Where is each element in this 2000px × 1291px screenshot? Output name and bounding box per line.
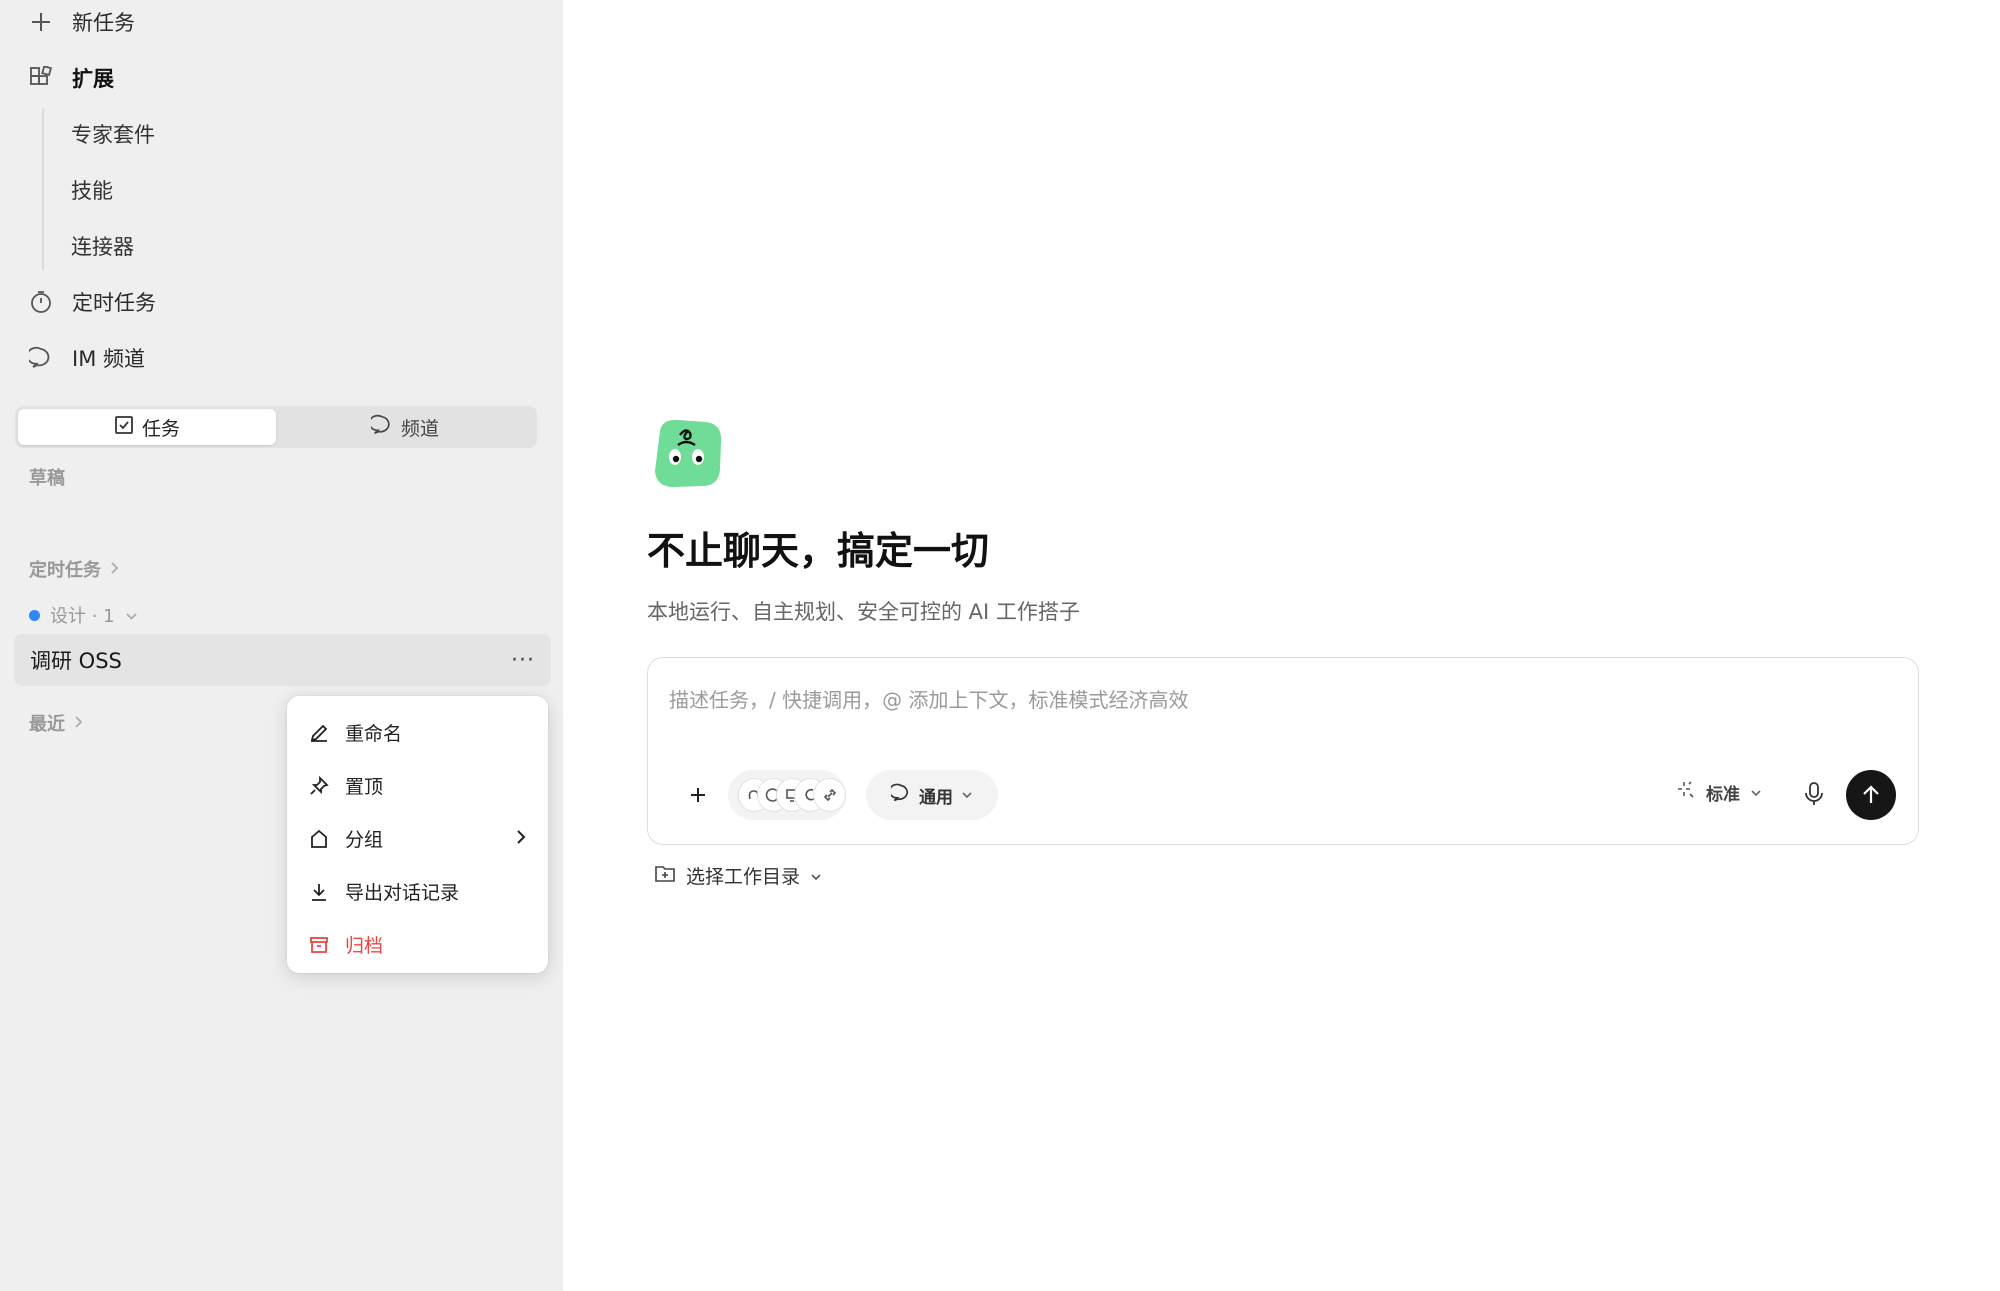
workdir-label: 选择工作目录 bbox=[686, 866, 801, 888]
attach-button[interactable] bbox=[677, 774, 719, 816]
mode-label: 通用 bbox=[919, 787, 953, 808]
new-task-button[interactable]: 新任务 bbox=[26, 2, 135, 42]
recent-label: 最近 bbox=[29, 714, 65, 735]
archive-icon bbox=[307, 933, 331, 957]
scheduled-section-label: 定时任务 bbox=[29, 560, 101, 581]
menu-item-pin[interactable]: 置顶 bbox=[287, 759, 548, 812]
drafts-label: 草稿 bbox=[29, 468, 65, 489]
tab-tasks-label: 任务 bbox=[141, 417, 180, 440]
chevron-down-icon bbox=[125, 605, 138, 626]
menu-item-group[interactable]: 分组 bbox=[287, 812, 548, 865]
sidebar-item-expert-kits[interactable]: 专家套件 bbox=[71, 114, 155, 154]
chevron-right-icon bbox=[109, 559, 121, 580]
group-label-text: 设计 · 1 bbox=[50, 606, 115, 627]
tools-group[interactable] bbox=[728, 770, 846, 820]
more-options-icon[interactable]: ··· bbox=[511, 648, 535, 673]
chat-bubble-icon bbox=[26, 343, 56, 373]
drafts-section[interactable]: 草稿 bbox=[29, 464, 65, 490]
sidebar: 新任务 扩展 专家套件 技能 连接器 定时任务 IM 频道 任务 频道 草稿 定… bbox=[0, 0, 563, 1291]
quality-label: 标准 bbox=[1706, 785, 1740, 805]
sidebar-item-connectors[interactable]: 连接器 bbox=[71, 226, 134, 266]
app-logo bbox=[648, 413, 726, 491]
composer-input[interactable]: 描述任务，/ 快捷调用，@ 添加上下文，标准模式经济高效 bbox=[669, 684, 1188, 713]
chevron-right-icon bbox=[514, 827, 528, 852]
hero-subtitle: 本地运行、自主规划、安全可控的 AI 工作搭子 bbox=[647, 600, 1080, 624]
chevron-down-icon bbox=[810, 865, 822, 887]
send-button[interactable] bbox=[1846, 770, 1896, 820]
chevron-down-icon bbox=[961, 785, 973, 805]
group-design[interactable]: 设计 · 1 bbox=[29, 602, 138, 628]
new-task-label: 新任务 bbox=[72, 11, 135, 35]
microphone-icon[interactable] bbox=[1798, 778, 1830, 810]
pencil-icon bbox=[307, 721, 331, 745]
menu-item-pin-label: 置顶 bbox=[345, 776, 384, 798]
menu-item-group-label: 分组 bbox=[345, 829, 384, 851]
plus-icon bbox=[691, 788, 705, 802]
pin-icon bbox=[307, 774, 331, 798]
sparkle-icon bbox=[1676, 780, 1696, 805]
menu-item-rename-label: 重命名 bbox=[345, 723, 403, 745]
quality-selector[interactable]: 标准 bbox=[1676, 780, 1762, 805]
chevron-down-icon bbox=[1750, 783, 1762, 803]
mode-selector[interactable]: 通用 bbox=[866, 770, 998, 820]
link-icon bbox=[813, 778, 846, 812]
sidebar-item-extensions[interactable]: 扩展 bbox=[26, 58, 114, 98]
scheduled-section[interactable]: 定时任务 bbox=[29, 556, 121, 582]
group-tag-icon bbox=[307, 827, 331, 851]
sidebar-item-scheduled[interactable]: 定时任务 bbox=[26, 282, 156, 322]
menu-item-export-label: 导出对话记录 bbox=[345, 882, 460, 904]
sub-items-line bbox=[42, 108, 44, 270]
arrow-up-icon bbox=[1863, 785, 1879, 803]
chat-bubble-icon bbox=[888, 783, 911, 808]
chat-bubble-icon bbox=[368, 414, 393, 441]
checkbox-icon bbox=[114, 415, 134, 440]
task-item-selected[interactable]: 调研 OSS ··· bbox=[14, 634, 551, 686]
task-channel-toggle: 任务 频道 bbox=[15, 406, 537, 448]
menu-item-archive-label: 归档 bbox=[345, 935, 384, 957]
folder-plus-icon bbox=[654, 863, 676, 888]
menu-item-export[interactable]: 导出对话记录 bbox=[287, 865, 548, 918]
extensions-label: 扩展 bbox=[72, 67, 114, 91]
tab-channels-label: 频道 bbox=[400, 417, 439, 440]
tab-tasks[interactable]: 任务 bbox=[18, 409, 276, 445]
sidebar-item-im-channel[interactable]: IM 频道 bbox=[26, 338, 145, 378]
hero-title: 不止聊天，搞定一切 bbox=[647, 529, 990, 573]
menu-item-rename[interactable]: 重命名 bbox=[287, 706, 548, 759]
download-icon bbox=[307, 880, 331, 904]
plus-icon bbox=[26, 7, 56, 37]
recent-section[interactable]: 最近 bbox=[29, 710, 85, 736]
tab-channels[interactable]: 频道 bbox=[276, 409, 534, 445]
group-color-dot bbox=[29, 609, 40, 621]
timer-icon bbox=[26, 287, 56, 317]
composer: 描述任务，/ 快捷调用，@ 添加上下文，标准模式经济高效 通用 标准 bbox=[647, 657, 1919, 845]
chevron-right-icon bbox=[73, 713, 85, 734]
sidebar-item-skills[interactable]: 技能 bbox=[71, 170, 113, 210]
task-context-menu: 重命名 置顶 分组 导出对话记录 归档 bbox=[287, 696, 548, 973]
menu-item-archive[interactable]: 归档 bbox=[287, 918, 548, 971]
extensions-icon bbox=[26, 63, 56, 93]
scheduled-label: 定时任务 bbox=[72, 291, 156, 315]
im-channel-label: IM 频道 bbox=[72, 347, 145, 371]
select-workdir-button[interactable]: 选择工作目录 bbox=[654, 862, 822, 889]
task-title: 调研 OSS bbox=[30, 649, 122, 673]
